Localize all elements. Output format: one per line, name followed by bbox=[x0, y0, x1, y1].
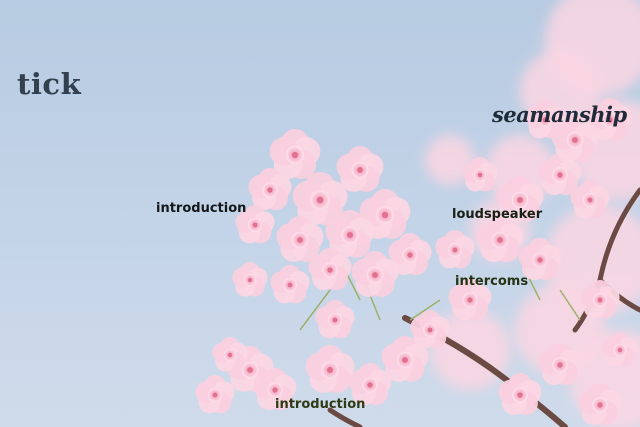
photo-scene: tick seamanship introduction loudspeaker… bbox=[0, 0, 640, 427]
overlay-word-introduction-lower: introduction bbox=[275, 397, 366, 412]
cherry-blossom bbox=[305, 345, 355, 393]
branch bbox=[327, 407, 363, 427]
cherry-blossom bbox=[270, 265, 310, 304]
cherry-blossom bbox=[315, 300, 355, 339]
cherry-blossom-photo bbox=[195, 0, 640, 427]
overlay-word-intercoms: intercoms bbox=[455, 274, 529, 289]
cherry-blossom bbox=[195, 375, 235, 414]
overlay-word-seamanship: seamanship bbox=[492, 102, 627, 127]
cherry-blossom bbox=[435, 230, 475, 269]
overlay-word-introduction-upper: introduction bbox=[156, 201, 247, 216]
overlay-word-tick: tick bbox=[17, 67, 82, 101]
cherry-blossom bbox=[212, 337, 248, 372]
overlay-word-loudspeaker: loudspeaker bbox=[452, 207, 543, 222]
cherry-blossom bbox=[336, 146, 384, 192]
cherry-blossom bbox=[232, 262, 268, 297]
